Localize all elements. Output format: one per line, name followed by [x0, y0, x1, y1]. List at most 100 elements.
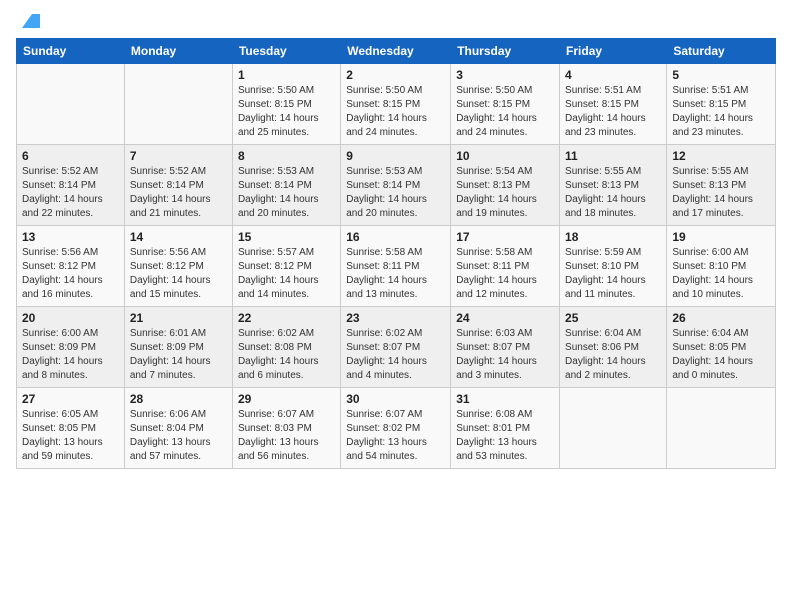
day-detail: Sunrise: 5:55 AMSunset: 8:13 PMDaylight:… [672, 165, 770, 221]
calendar-week-row: 13Sunrise: 5:56 AMSunset: 8:12 PMDayligh… [17, 226, 776, 307]
day-detail: Sunrise: 5:50 AMSunset: 8:15 PMDaylight:… [346, 84, 445, 140]
calendar-cell: 18 Sunrise: 5:59 AMSunset: 8:10 PMDayligh… [560, 226, 667, 307]
day-of-week-header: Monday [124, 39, 232, 64]
day-number: 27 [22, 392, 119, 406]
day-detail: Sunrise: 5:56 AMSunset: 8:12 PMDaylight:… [130, 246, 227, 302]
day-detail: Sunrise: 5:53 AMSunset: 8:14 PMDaylight:… [346, 165, 445, 221]
calendar-cell: 31Sunrise: 6:08 AMSunset: 8:01 PMDayligh… [451, 388, 560, 469]
day-number: 17 [456, 230, 554, 244]
calendar-header-row: SundayMondayTuesdayWednesdayThursdayFrid… [17, 39, 776, 64]
day-number: 25 [565, 311, 661, 325]
logo-icon [18, 10, 40, 32]
day-number: 11 [565, 149, 661, 163]
calendar-week-row: 1 Sunrise: 5:50 AMSunset: 8:15 PMDaylight… [17, 64, 776, 145]
day-detail: Sunrise: 6:04 AMSunset: 8:05 PMDaylight:… [672, 327, 770, 383]
day-detail: Sunrise: 6:07 AMSunset: 8:02 PMDaylight:… [346, 408, 445, 464]
calendar-cell: 4 Sunrise: 5:51 AMSunset: 8:15 PMDaylight… [560, 64, 667, 145]
day-number: 18 [565, 230, 661, 244]
calendar-cell: 19 Sunrise: 6:00 AMSunset: 8:10 PMDayligh… [667, 226, 776, 307]
day-detail: Sunrise: 5:52 AMSunset: 8:14 PMDaylight:… [22, 165, 119, 221]
day-detail: Sunrise: 5:59 AMSunset: 8:10 PMDaylight:… [565, 246, 661, 302]
calendar-cell [17, 64, 125, 145]
day-detail: Sunrise: 5:50 AMSunset: 8:15 PMDaylight:… [238, 84, 335, 140]
calendar-week-row: 27 Sunrise: 6:05 AMSunset: 8:05 PMDayligh… [17, 388, 776, 469]
day-number: 9 [346, 149, 445, 163]
day-detail: Sunrise: 6:00 AMSunset: 8:10 PMDaylight:… [672, 246, 770, 302]
calendar-cell: 23 Sunrise: 6:02 AMSunset: 8:07 PMDayligh… [341, 307, 451, 388]
calendar-cell: 10 Sunrise: 5:54 AMSunset: 8:13 PMDayligh… [451, 145, 560, 226]
day-detail: Sunrise: 5:56 AMSunset: 8:12 PMDaylight:… [22, 246, 119, 302]
calendar-cell: 5 Sunrise: 5:51 AMSunset: 8:15 PMDaylight… [667, 64, 776, 145]
day-number: 24 [456, 311, 554, 325]
day-detail: Sunrise: 5:58 AMSunset: 8:11 PMDaylight:… [456, 246, 554, 302]
header [16, 10, 776, 32]
calendar-cell: 22 Sunrise: 6:02 AMSunset: 8:08 PMDayligh… [232, 307, 340, 388]
calendar-cell: 25 Sunrise: 6:04 AMSunset: 8:06 PMDayligh… [560, 307, 667, 388]
calendar-week-row: 6 Sunrise: 5:52 AMSunset: 8:14 PMDaylight… [17, 145, 776, 226]
day-detail: Sunrise: 6:02 AMSunset: 8:08 PMDaylight:… [238, 327, 335, 383]
day-of-week-header: Tuesday [232, 39, 340, 64]
day-number: 4 [565, 68, 661, 82]
day-number: 1 [238, 68, 335, 82]
calendar-cell: 7 Sunrise: 5:52 AMSunset: 8:14 PMDaylight… [124, 145, 232, 226]
day-of-week-header: Friday [560, 39, 667, 64]
day-detail: Sunrise: 6:07 AMSunset: 8:03 PMDaylight:… [238, 408, 335, 464]
day-number: 14 [130, 230, 227, 244]
day-number: 21 [130, 311, 227, 325]
day-detail: Sunrise: 5:52 AMSunset: 8:14 PMDaylight:… [130, 165, 227, 221]
day-number: 22 [238, 311, 335, 325]
calendar-cell: 28 Sunrise: 6:06 AMSunset: 8:04 PMDayligh… [124, 388, 232, 469]
calendar-cell: 21 Sunrise: 6:01 AMSunset: 8:09 PMDayligh… [124, 307, 232, 388]
day-detail: Sunrise: 6:02 AMSunset: 8:07 PMDaylight:… [346, 327, 445, 383]
day-detail: Sunrise: 5:50 AMSunset: 8:15 PMDaylight:… [456, 84, 554, 140]
calendar-cell: 30 Sunrise: 6:07 AMSunset: 8:02 PMDayligh… [341, 388, 451, 469]
day-number: 31 [456, 392, 554, 406]
calendar-cell: 16Sunrise: 5:58 AMSunset: 8:11 PMDayligh… [341, 226, 451, 307]
day-detail: Sunrise: 6:01 AMSunset: 8:09 PMDaylight:… [130, 327, 227, 383]
day-detail: Sunrise: 5:55 AMSunset: 8:13 PMDaylight:… [565, 165, 661, 221]
day-number: 23 [346, 311, 445, 325]
day-number: 28 [130, 392, 227, 406]
calendar-cell: 3 Sunrise: 5:50 AMSunset: 8:15 PMDaylight… [451, 64, 560, 145]
day-number: 16 [346, 230, 445, 244]
day-number: 8 [238, 149, 335, 163]
calendar-cell: 20Sunrise: 6:00 AMSunset: 8:09 PMDayligh… [17, 307, 125, 388]
logo [16, 10, 40, 32]
day-number: 6 [22, 149, 119, 163]
calendar-cell [667, 388, 776, 469]
day-number: 3 [456, 68, 554, 82]
day-detail: Sunrise: 5:57 AMSunset: 8:12 PMDaylight:… [238, 246, 335, 302]
day-of-week-header: Wednesday [341, 39, 451, 64]
day-number: 5 [672, 68, 770, 82]
calendar-cell: 27 Sunrise: 6:05 AMSunset: 8:05 PMDayligh… [17, 388, 125, 469]
day-detail: Sunrise: 6:03 AMSunset: 8:07 PMDaylight:… [456, 327, 554, 383]
day-of-week-header: Saturday [667, 39, 776, 64]
day-number: 19 [672, 230, 770, 244]
day-of-week-header: Sunday [17, 39, 125, 64]
day-number: 15 [238, 230, 335, 244]
day-detail: Sunrise: 6:00 AMSunset: 8:09 PMDaylight:… [22, 327, 119, 383]
page: SundayMondayTuesdayWednesdayThursdayFrid… [0, 0, 792, 479]
day-detail: Sunrise: 5:51 AMSunset: 8:15 PMDaylight:… [565, 84, 661, 140]
calendar-cell: 12 Sunrise: 5:55 AMSunset: 8:13 PMDayligh… [667, 145, 776, 226]
day-number: 26 [672, 311, 770, 325]
day-number: 7 [130, 149, 227, 163]
calendar-cell: 9 Sunrise: 5:53 AMSunset: 8:14 PMDaylight… [341, 145, 451, 226]
calendar-cell: 2 Sunrise: 5:50 AMSunset: 8:15 PMDaylight… [341, 64, 451, 145]
day-detail: Sunrise: 5:51 AMSunset: 8:15 PMDaylight:… [672, 84, 770, 140]
day-detail: Sunrise: 6:06 AMSunset: 8:04 PMDaylight:… [130, 408, 227, 464]
day-detail: Sunrise: 6:04 AMSunset: 8:06 PMDaylight:… [565, 327, 661, 383]
day-number: 2 [346, 68, 445, 82]
day-detail: Sunrise: 6:05 AMSunset: 8:05 PMDaylight:… [22, 408, 119, 464]
calendar-cell: 6 Sunrise: 5:52 AMSunset: 8:14 PMDaylight… [17, 145, 125, 226]
day-number: 12 [672, 149, 770, 163]
calendar-cell: 11 Sunrise: 5:55 AMSunset: 8:13 PMDayligh… [560, 145, 667, 226]
calendar-cell: 29Sunrise: 6:07 AMSunset: 8:03 PMDayligh… [232, 388, 340, 469]
calendar-cell: 14 Sunrise: 5:56 AMSunset: 8:12 PMDayligh… [124, 226, 232, 307]
calendar-cell [124, 64, 232, 145]
day-detail: Sunrise: 5:53 AMSunset: 8:14 PMDaylight:… [238, 165, 335, 221]
day-detail: Sunrise: 5:54 AMSunset: 8:13 PMDaylight:… [456, 165, 554, 221]
calendar-week-row: 20Sunrise: 6:00 AMSunset: 8:09 PMDayligh… [17, 307, 776, 388]
day-number: 10 [456, 149, 554, 163]
day-number: 30 [346, 392, 445, 406]
